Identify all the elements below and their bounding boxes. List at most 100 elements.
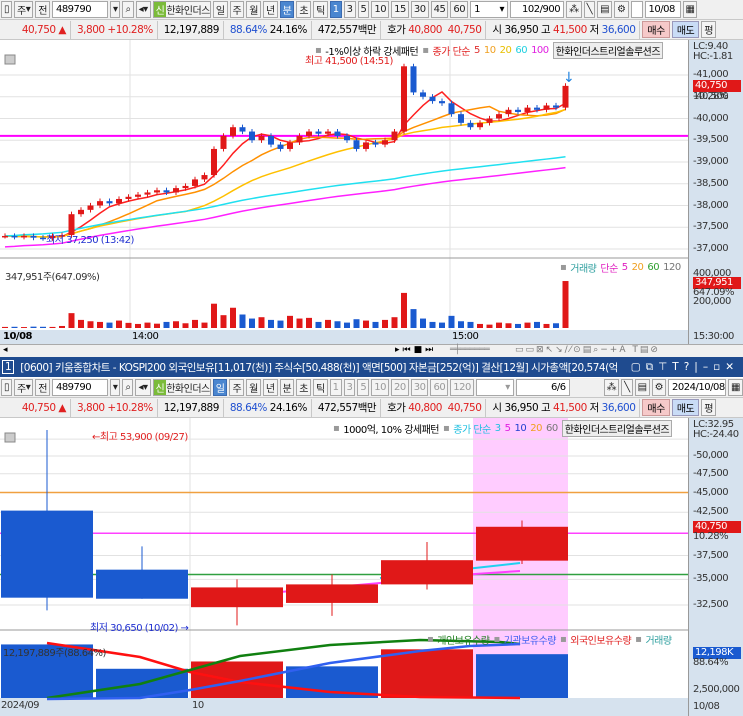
sound-icon-2[interactable]: ◂▾ (135, 379, 151, 396)
candle (458, 114, 464, 123)
layout-icon[interactable]: ▯ (1, 1, 13, 18)
indicator-icon[interactable]: ⁂ (566, 1, 582, 18)
indicator-icon-2[interactable]: ⁂ (603, 379, 620, 396)
minute2-3[interactable]: 3 (343, 379, 356, 396)
checkbox[interactable] (630, 1, 643, 18)
window-controls[interactable]: ▢⧉⊤T?|–▫✕ (631, 361, 743, 374)
intraday-chart[interactable]: ↓ (0, 40, 690, 345)
period-day-2[interactable]: 일 (212, 379, 228, 396)
candle (1, 510, 93, 598)
minute2-20[interactable]: 20 (391, 379, 409, 396)
market-label: 주 (17, 6, 26, 17)
drawing-tools[interactable]: ▭▭⊠↖↘∕⁄⊙▤⌕−+A T▤⊘ (515, 345, 660, 355)
minute-5[interactable]: 5 (357, 1, 370, 18)
calendar-icon[interactable]: ▦ (682, 1, 698, 18)
period-day[interactable]: 일 (212, 1, 228, 18)
change-rate-2: +10.28% (107, 401, 153, 414)
search-icon[interactable]: ⌕ (122, 1, 134, 18)
period-minute-2[interactable]: 분 (279, 379, 295, 396)
stock-name-2[interactable]: 신 한화인더스 (152, 379, 211, 396)
code-dropdown-2[interactable]: ▾ (109, 379, 121, 396)
code-dropdown[interactable]: ▾ (109, 1, 121, 18)
period-second[interactable]: 초 (296, 1, 312, 18)
scrollbar[interactable]: ◂ ▸⏮■⏭ ═╪══════ ▭▭⊠↖↘∕⁄⊙▤⌕−+A T▤⊘ (0, 344, 743, 357)
period-week-2[interactable]: 주 (229, 379, 245, 396)
period-second-2[interactable]: 초 (296, 379, 311, 396)
zoom-slider[interactable]: ═╪══════ (450, 345, 490, 355)
market-select[interactable]: 주 ▾ (14, 1, 34, 18)
minute2-120[interactable]: 120 (450, 379, 474, 396)
flat-button-2[interactable]: 평 (701, 399, 716, 416)
calendar-icon-2[interactable]: ▦ (728, 379, 743, 396)
unit-select[interactable]: 1 ▾ (470, 1, 509, 18)
candle (534, 107, 540, 110)
all-button-2[interactable]: 전 (35, 379, 50, 396)
stock-name[interactable]: 신 한화인더스 (152, 1, 211, 18)
minute-10[interactable]: 10 (371, 1, 390, 18)
candle (401, 66, 407, 132)
company-name-2: 한화인더스트리얼솔루션즈 (561, 420, 673, 437)
code-input[interactable]: 489790 (51, 1, 108, 18)
unit-select-2[interactable]: ▾ (475, 379, 514, 396)
period-year[interactable]: 년 (262, 1, 278, 18)
volume-bar (476, 654, 568, 698)
candle (325, 131, 331, 134)
save-icon[interactable]: ▤ (597, 1, 613, 18)
scroll-left-icon[interactable]: ◂ (3, 345, 8, 355)
candle (11, 235, 18, 238)
minute2-10[interactable]: 10 (371, 379, 390, 396)
market-select-2[interactable]: 주 ▾ (14, 379, 34, 396)
all-button[interactable]: 전 (35, 1, 50, 18)
count-field-2[interactable]: 6/6 (515, 379, 570, 396)
sell-button-2[interactable]: 매도 (671, 399, 700, 416)
vol-ma-label: 단순 (600, 264, 618, 275)
trade-amount-2: 472,557백만 (314, 398, 382, 417)
save-icon-2[interactable]: ▤ (634, 379, 650, 396)
minute-1[interactable]: 1 (329, 1, 342, 18)
layout-icon-2[interactable]: ▯ (1, 379, 13, 396)
date-input[interactable]: 10/08 (644, 1, 681, 18)
playback-controls[interactable]: ▸⏮■⏭ (395, 345, 436, 355)
candle (277, 144, 284, 149)
candle (191, 587, 283, 608)
price-tick: -35,000 (693, 573, 729, 584)
market-label-2: 주 (17, 384, 26, 395)
change-value: 3,800 (77, 23, 105, 36)
period-week[interactable]: 주 (229, 1, 245, 18)
period-month-2[interactable]: 월 (246, 379, 261, 396)
minute2-5[interactable]: 5 (357, 379, 370, 396)
volume-bar (125, 322, 132, 328)
period-tick-2[interactable]: 틱 (312, 379, 328, 396)
bottom-price-axis[interactable]: LC:32.95 HC:-24.40 -50,000 -47,500 -45,000… (688, 418, 743, 716)
candle (249, 131, 255, 141)
period-month[interactable]: 월 (246, 1, 261, 18)
minute-3[interactable]: 3 (343, 1, 356, 18)
minute-45[interactable]: 45 (430, 1, 449, 18)
line-tool-icon[interactable]: ╲ (583, 1, 596, 18)
code-input-2[interactable]: 489790 (51, 379, 108, 396)
minute-60[interactable]: 60 (450, 1, 469, 18)
period-minute[interactable]: 분 (279, 1, 295, 18)
minute2-30[interactable]: 30 (410, 379, 429, 396)
minute-30[interactable]: 30 (410, 1, 429, 18)
unit-value: 1 (474, 4, 480, 15)
count-field[interactable]: 102/900 (510, 1, 565, 18)
settings-icon-2[interactable]: ⚙ (651, 379, 667, 396)
sound-icon[interactable]: ◂▾ (135, 1, 151, 18)
date-input-2[interactable]: 2024/10/08 (668, 379, 727, 396)
volume-label: 거래량 (570, 264, 597, 275)
minute2-1[interactable]: 1 (329, 379, 342, 396)
period-year-2[interactable]: 년 (262, 379, 278, 396)
search-icon-2[interactable]: ⌕ (122, 379, 134, 396)
buy-button[interactable]: 매수 (642, 21, 670, 38)
minute-15[interactable]: 15 (391, 1, 409, 18)
period-tick[interactable]: 틱 (313, 1, 328, 18)
minute2-60[interactable]: 60 (430, 379, 449, 396)
daily-chart[interactable] (0, 418, 690, 716)
line-tool-icon-2[interactable]: ╲ (621, 379, 633, 396)
top-price-axis[interactable]: LC:9.40 HC:-1.81 -41,000 -40,500 -40,000 -3… (688, 40, 743, 345)
flat-button[interactable]: 평 (701, 21, 716, 38)
buy-button-2[interactable]: 매수 (642, 399, 670, 416)
settings-icon[interactable]: ⚙ (614, 1, 629, 18)
sell-button[interactable]: 매도 (671, 21, 700, 38)
